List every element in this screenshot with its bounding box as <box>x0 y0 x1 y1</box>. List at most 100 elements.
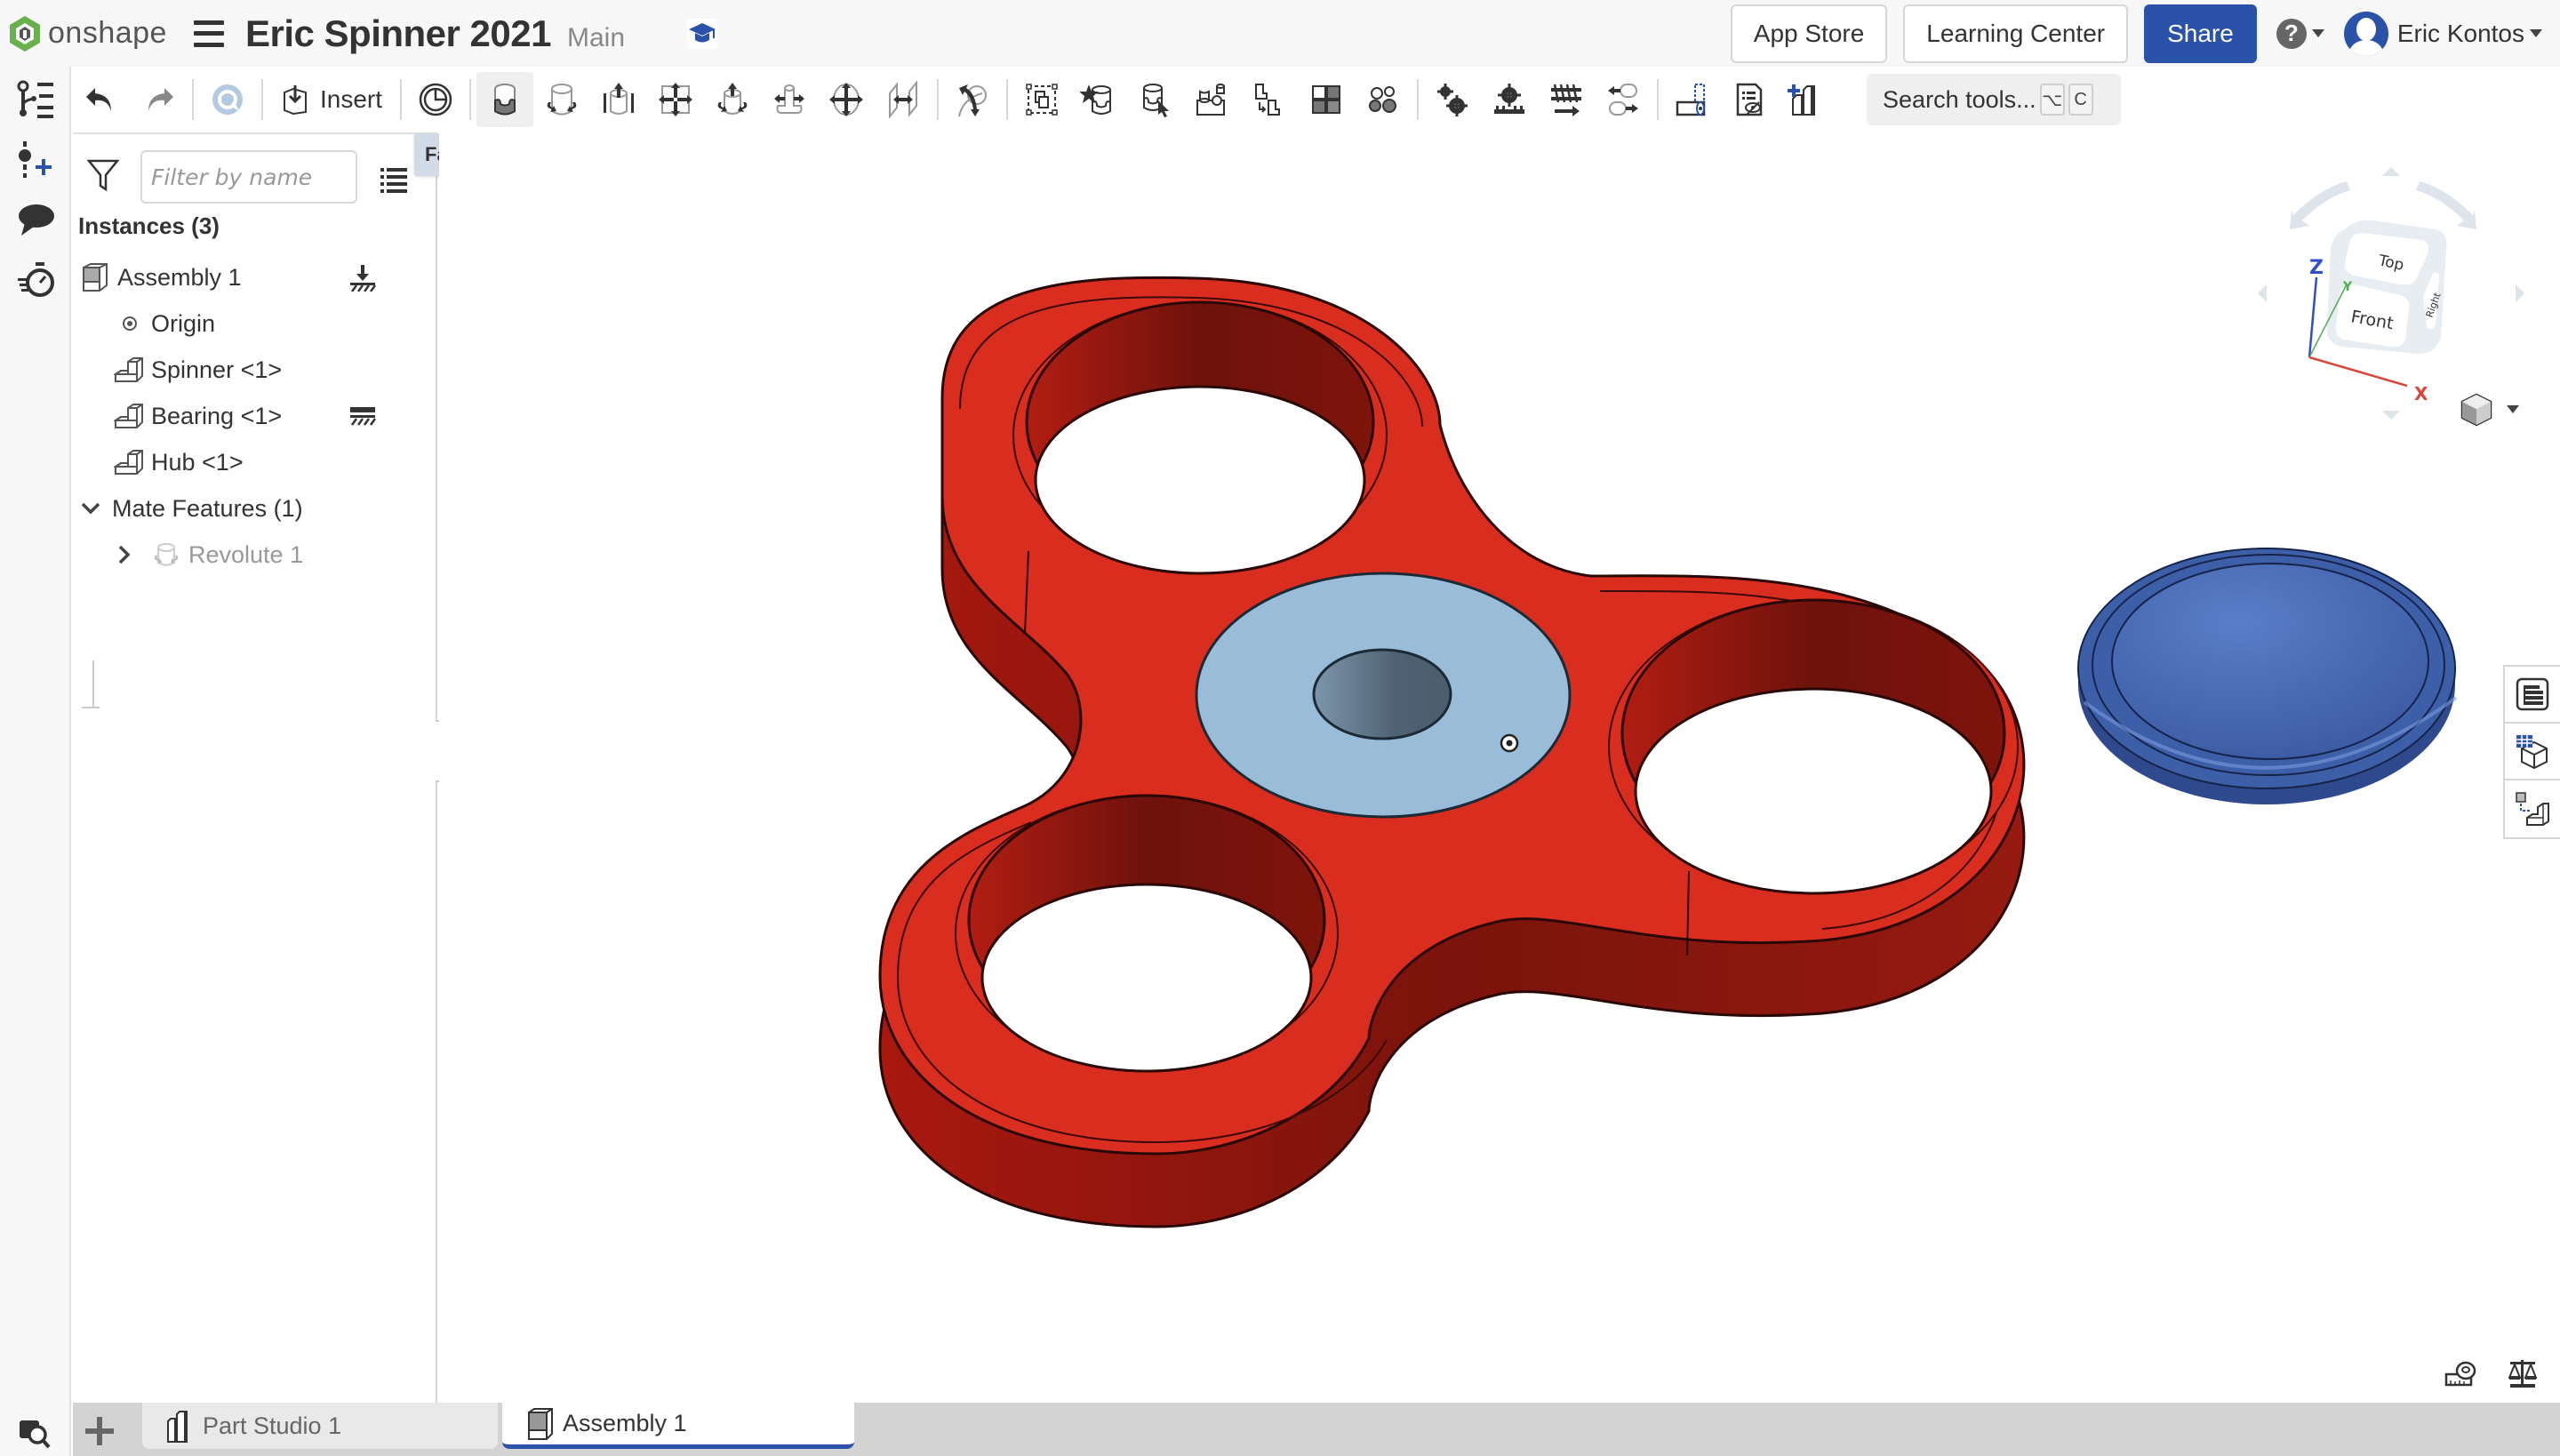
reload-button[interactable] <box>199 72 256 127</box>
mate-connectors-panel-button[interactable] <box>2505 780 2560 837</box>
bom-table-button[interactable] <box>2505 724 2560 780</box>
caret-down-icon <box>2530 29 2542 37</box>
bom-table-icon <box>2516 735 2548 769</box>
list-view-icon[interactable] <box>380 166 407 193</box>
chevron-down-icon[interactable] <box>80 498 101 519</box>
revolute-mate-icon <box>154 542 179 566</box>
mate-connector-button[interactable] <box>407 72 464 127</box>
filter-by-name-input[interactable] <box>140 150 357 204</box>
screw-relation-icon <box>1551 84 1582 116</box>
part-studio-icon <box>167 1411 188 1443</box>
planar-mate-button[interactable] <box>647 72 704 127</box>
comments-icon[interactable] <box>16 200 57 241</box>
ball-mate-button[interactable] <box>818 72 875 127</box>
part-icon <box>114 404 143 428</box>
toolbar-divider <box>192 79 194 120</box>
hub-part[interactable] <box>2077 548 2458 804</box>
tree-item-assembly[interactable]: Assembly 1 <box>73 255 436 300</box>
toolbar-divider <box>261 79 263 120</box>
planar-mate-icon <box>659 83 693 116</box>
linear-relation-button[interactable] <box>1595 72 1652 127</box>
axis-x-label: X <box>2414 383 2428 404</box>
user-menu[interactable]: Eric Kontos <box>2343 11 2542 56</box>
shaded-cube-icon <box>2460 393 2492 427</box>
avatar <box>2343 11 2388 56</box>
tangent-mate-button[interactable] <box>944 72 1001 127</box>
add-tab-plus-icon[interactable] <box>82 1413 117 1449</box>
bearing-part[interactable] <box>1195 572 1572 819</box>
help-menu[interactable]: ? <box>2276 18 2324 49</box>
performance-stopwatch-icon[interactable] <box>16 259 57 300</box>
screw-relation-button[interactable] <box>1538 72 1595 127</box>
tree-guide-line <box>92 660 94 708</box>
pin-slot-mate-button[interactable] <box>761 72 818 127</box>
filter-icon[interactable] <box>87 157 119 193</box>
rack-pinion-relation-button[interactable] <box>1481 72 1538 127</box>
tree-item-hub[interactable]: Hub <1> <box>73 440 436 484</box>
revolute-mate-button[interactable] <box>533 72 590 127</box>
cylindrical-mate-icon <box>717 83 748 115</box>
gear-cluster-icon <box>1369 86 1397 113</box>
measure-tape-icon[interactable] <box>2444 1360 2476 1388</box>
parallel-mate-button[interactable] <box>875 72 932 127</box>
fastened-mate-button[interactable] <box>476 72 534 127</box>
group-icon <box>1026 84 1058 116</box>
tree-item-origin[interactable]: Origin <box>73 301 436 346</box>
fastened-mate-icon <box>494 84 516 116</box>
toolbar-divider <box>937 79 940 120</box>
mass-properties-icon[interactable] <box>2508 1360 2537 1388</box>
graduation-cap-icon[interactable] <box>687 18 718 49</box>
gear-relation-button[interactable] <box>1424 72 1481 127</box>
tab-assembly-1[interactable]: Assembly 1 <box>502 1403 854 1449</box>
insert-mate-connector-icon[interactable] <box>16 138 57 179</box>
replicate-button[interactable] <box>1184 72 1241 127</box>
insert-part-studio-button[interactable] <box>1778 72 1835 127</box>
onshape-logo[interactable]: onshape <box>9 15 167 52</box>
search-tools-input[interactable]: Search tools... ⌥ C <box>1867 74 2122 125</box>
share-button[interactable]: Share <box>2144 4 2257 63</box>
branch-label[interactable]: Main <box>567 23 625 53</box>
part-icon <box>114 450 143 475</box>
explode-button[interactable] <box>1298 72 1355 127</box>
3d-scene[interactable] <box>439 132 2560 1403</box>
hamburger-menu-button[interactable] <box>193 20 224 47</box>
render-mode-dropdown[interactable] <box>2459 389 2530 428</box>
pattern-button[interactable] <box>1241 72 1298 127</box>
tree-guide-line <box>82 707 100 708</box>
redo-icon <box>148 88 173 111</box>
tree-item-revolute[interactable]: Revolute 1 <box>73 532 436 577</box>
spinner-hole-bottom <box>955 794 1339 1073</box>
mate-selection-button[interactable] <box>1127 72 1184 127</box>
slider-mate-button[interactable] <box>590 72 647 127</box>
chevron-right-icon[interactable] <box>114 544 135 565</box>
fix-button[interactable] <box>1070 72 1127 127</box>
display-state-button[interactable] <box>1721 72 1778 127</box>
redo-button[interactable] <box>130 72 187 127</box>
tree-item-bearing[interactable]: Bearing <1> <box>73 394 436 438</box>
cylindrical-mate-button[interactable] <box>704 72 761 127</box>
graphics-viewport[interactable] <box>439 132 2560 1403</box>
insert-button[interactable]: Insert <box>268 72 395 127</box>
undo-button[interactable] <box>73 72 130 127</box>
mate-features-header[interactable]: Mate Features (1) <box>73 486 436 531</box>
mate-connector-point-button[interactable] <box>1664 72 1721 127</box>
tab-part-studio-1[interactable]: Part Studio 1 <box>142 1403 498 1449</box>
spinner-hole-right <box>1608 598 2019 895</box>
pin-slot-mate-icon <box>774 84 805 114</box>
learning-center-button[interactable]: Learning Center <box>1903 4 2129 63</box>
feature-list-icon[interactable] <box>16 79 57 120</box>
bill-of-materials-button[interactable] <box>2505 667 2560 724</box>
instances-title: Instances (3) <box>78 212 220 239</box>
search-tabs-icon[interactable] <box>18 1415 52 1449</box>
tab-label: Part Studio 1 <box>203 1412 342 1439</box>
app-store-button[interactable]: App Store <box>1730 4 1888 63</box>
gear-cluster-button[interactable] <box>1355 72 1412 127</box>
group-button[interactable] <box>1013 72 1070 127</box>
tree-item-label: Bearing <1> <box>151 402 283 429</box>
insert-part-studio-icon <box>1788 84 1816 116</box>
assembly-icon <box>528 1407 553 1440</box>
display-state-icon <box>1736 83 1763 116</box>
document-title[interactable]: Eric Spinner 2021 <box>245 12 552 55</box>
bearing-bore <box>1312 648 1452 740</box>
tree-item-spinner[interactable]: Spinner <1> <box>73 348 436 392</box>
